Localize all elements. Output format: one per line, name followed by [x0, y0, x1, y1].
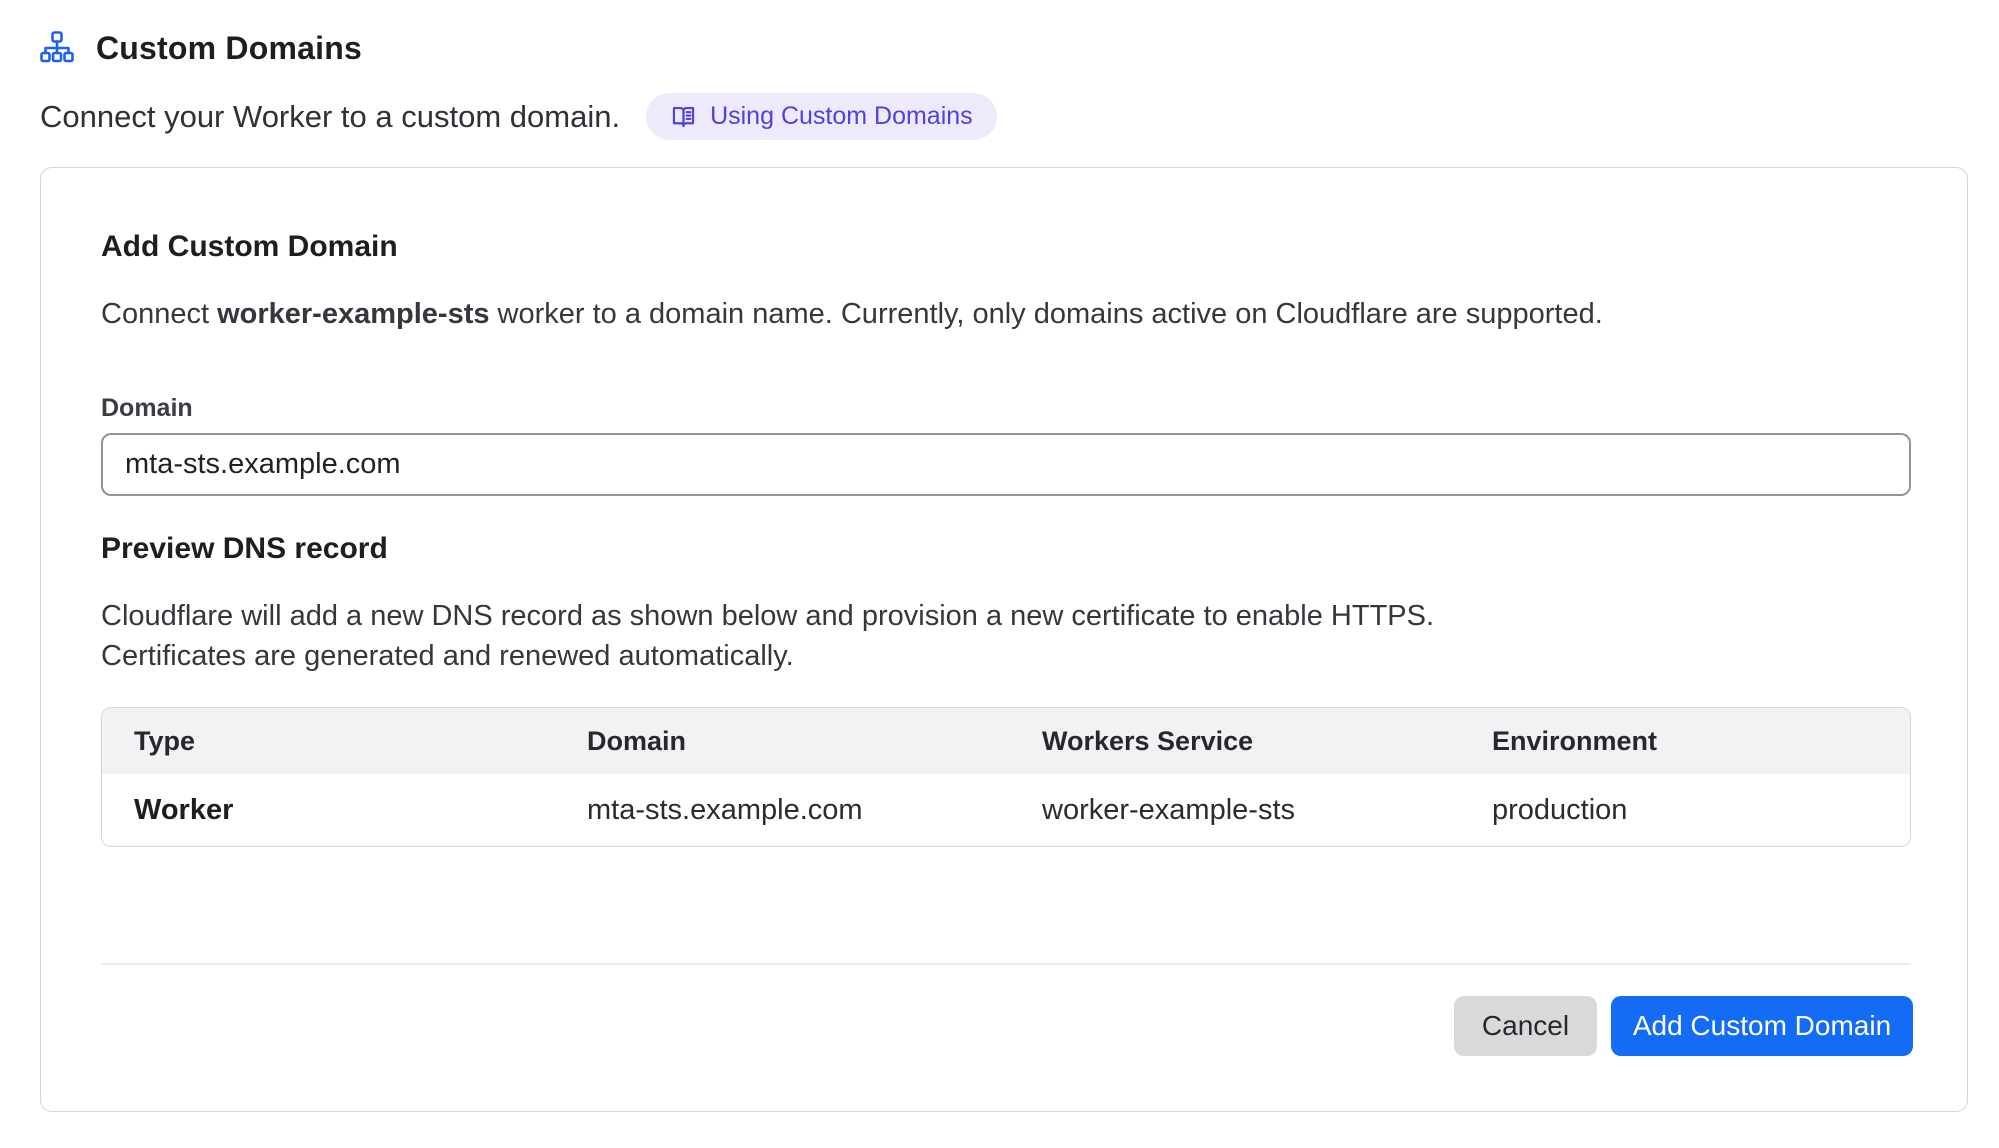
- column-header-domain: Domain: [587, 726, 1042, 757]
- table-header-row: Type Domain Workers Service Environment: [102, 708, 1910, 774]
- column-header-workers-service: Workers Service: [1042, 726, 1492, 757]
- column-header-environment: Environment: [1492, 726, 1878, 757]
- preview-dns-heading: Preview DNS record: [101, 532, 388, 566]
- action-bar: Cancel Add Custom Domain: [101, 996, 1913, 1056]
- page-subtitle: Connect your Worker to a custom domain.: [40, 99, 620, 135]
- preview-dns-description: Cloudflare will add a new DNS record as …: [101, 596, 1561, 676]
- domain-input[interactable]: [101, 433, 1911, 496]
- cell-domain: mta-sts.example.com: [587, 794, 1042, 827]
- panel-intro-text: Connect worker-example-sts worker to a d…: [101, 294, 1861, 334]
- panel-heading: Add Custom Domain: [101, 230, 398, 264]
- domain-field-label: Domain: [101, 394, 193, 423]
- column-header-type: Type: [134, 726, 587, 757]
- custom-domains-page: Custom Domains Connect your Worker to a …: [0, 0, 1999, 1148]
- table-row: Worker mta-sts.example.com worker-exampl…: [102, 774, 1910, 846]
- dns-record-table: Type Domain Workers Service Environment …: [101, 707, 1911, 847]
- add-custom-domain-button[interactable]: Add Custom Domain: [1611, 996, 1913, 1056]
- book-open-icon: [670, 103, 697, 130]
- cell-type: Worker: [134, 794, 587, 827]
- page-title: Custom Domains: [96, 30, 362, 67]
- add-custom-domain-panel: Add Custom Domain Connect worker-example…: [40, 167, 1968, 1112]
- sitemap-icon: [40, 31, 74, 67]
- docs-link-label: Using Custom Domains: [710, 102, 973, 131]
- cell-environment: production: [1492, 794, 1878, 827]
- worker-name: worker-example-sts: [217, 298, 489, 330]
- docs-link-badge[interactable]: Using Custom Domains: [646, 93, 997, 140]
- footer-divider: [101, 963, 1911, 965]
- cancel-button[interactable]: Cancel: [1454, 996, 1597, 1056]
- cell-workers-service: worker-example-sts: [1042, 794, 1492, 827]
- page-subheader: Connect your Worker to a custom domain. …: [40, 93, 997, 140]
- page-header: Custom Domains: [40, 30, 362, 67]
